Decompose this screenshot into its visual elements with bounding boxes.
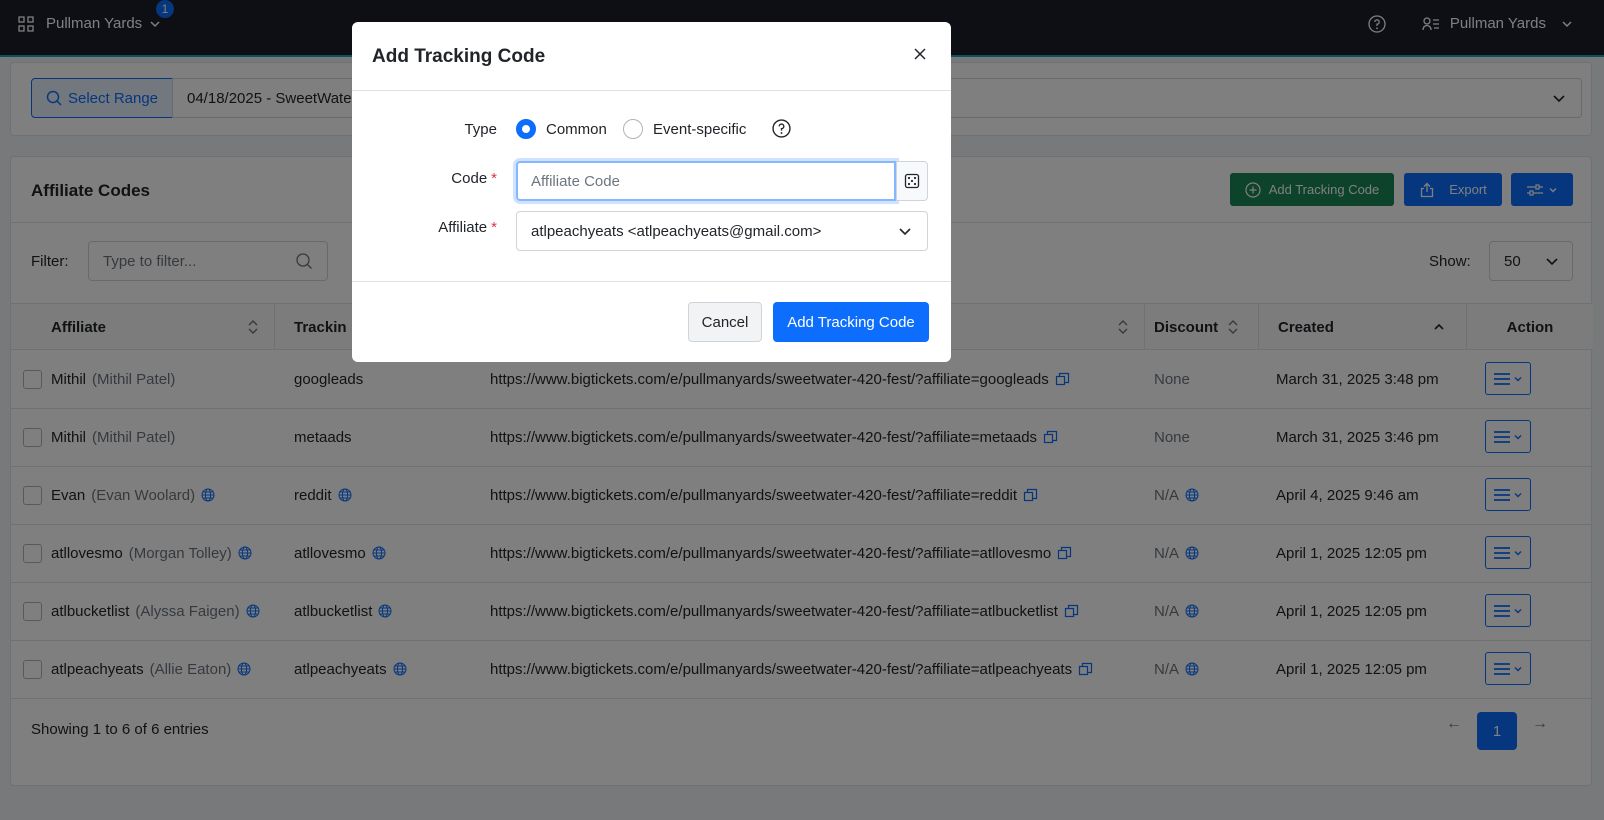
- required-mark: *: [491, 219, 497, 236]
- affiliate-code-input[interactable]: Affiliate Code: [516, 161, 896, 201]
- add-tracking-code-modal: Add Tracking Code Type Common Event-spec…: [352, 22, 951, 362]
- affiliate-select[interactable]: atlpeachyeats <atlpeachyeats@gmail.com>: [516, 211, 928, 251]
- type-event-specific-label[interactable]: Event-specific: [653, 121, 746, 138]
- add-tracking-code-submit-button[interactable]: Add Tracking Code: [773, 302, 929, 342]
- affiliate-label: Affiliate *: [352, 219, 497, 236]
- type-common-radio[interactable]: [516, 119, 536, 139]
- code-label-text: Code: [451, 170, 488, 187]
- affiliate-code-placeholder: Affiliate Code: [531, 172, 620, 190]
- dice-icon: [904, 173, 920, 189]
- code-label: Code *: [352, 170, 497, 187]
- cancel-button[interactable]: Cancel: [688, 302, 762, 342]
- modal-title: Add Tracking Code: [372, 46, 546, 67]
- divider: [352, 281, 951, 282]
- required-mark: *: [491, 170, 497, 187]
- type-common-label[interactable]: Common: [546, 121, 607, 138]
- type-event-specific-radio[interactable]: [623, 119, 643, 139]
- affiliate-label-text: Affiliate: [438, 219, 488, 236]
- chevron-down-icon: [899, 228, 911, 236]
- close-icon[interactable]: [912, 46, 928, 62]
- affiliate-select-value: atlpeachyeats <atlpeachyeats@gmail.com>: [531, 222, 822, 240]
- help-icon[interactable]: [772, 119, 791, 138]
- generate-code-button[interactable]: [896, 161, 928, 201]
- type-label: Type: [464, 121, 497, 138]
- divider: [352, 90, 951, 91]
